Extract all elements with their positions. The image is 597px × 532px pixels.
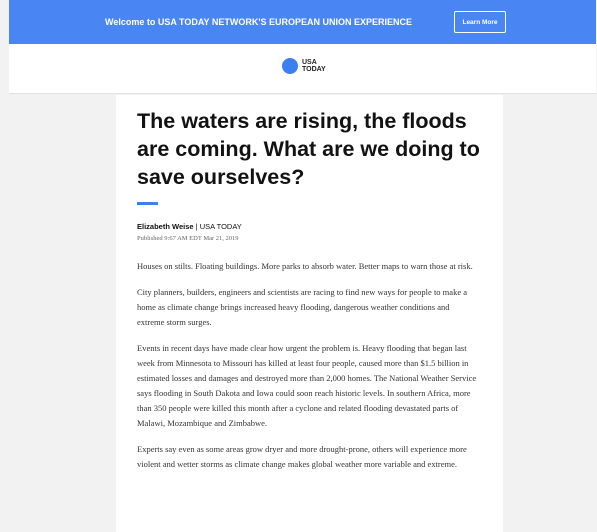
logo-circle-icon bbox=[282, 58, 298, 74]
article-paragraph: Events in recent days have made clear ho… bbox=[137, 343, 477, 428]
byline-separator: | bbox=[195, 222, 198, 231]
article-paragraph: Experts say even as some areas grow drye… bbox=[137, 444, 467, 469]
article-body: Houses on stilts. Floating buildings. Mo… bbox=[137, 259, 477, 483]
article-paragraph: Houses on stilts. Floating buildings. Mo… bbox=[137, 261, 473, 271]
learn-more-button[interactable]: Learn More bbox=[454, 11, 506, 33]
headline-accent-bar bbox=[137, 202, 158, 205]
logo-text-line1: USA bbox=[302, 59, 317, 66]
logo-text-line2: TODAY bbox=[302, 66, 326, 73]
byline-outlet[interactable]: USA TODAY bbox=[200, 222, 242, 231]
author-name[interactable]: Elizabeth Weise bbox=[137, 222, 194, 231]
usa-today-logo[interactable]: USA TODAY bbox=[282, 58, 326, 74]
site-header: USA TODAY bbox=[9, 44, 596, 94]
banner-message: Welcome to USA TODAY NETWORK'S EUROPEAN … bbox=[105, 17, 413, 27]
published-timestamp: Published 9:67 AM EDT Mar 21, 2019 bbox=[137, 235, 239, 242]
eu-experience-banner: Welcome to USA TODAY NETWORK'S EUROPEAN … bbox=[9, 0, 596, 44]
logo-text: USA TODAY bbox=[302, 59, 326, 73]
article-container: The waters are rising, the floods are co… bbox=[116, 95, 503, 532]
article-headline: The waters are rising, the floods are co… bbox=[137, 109, 480, 189]
byline: Elizabeth Weise | USA TODAY bbox=[137, 222, 242, 231]
article-paragraph: City planners, builders, engineers and s… bbox=[137, 287, 467, 327]
